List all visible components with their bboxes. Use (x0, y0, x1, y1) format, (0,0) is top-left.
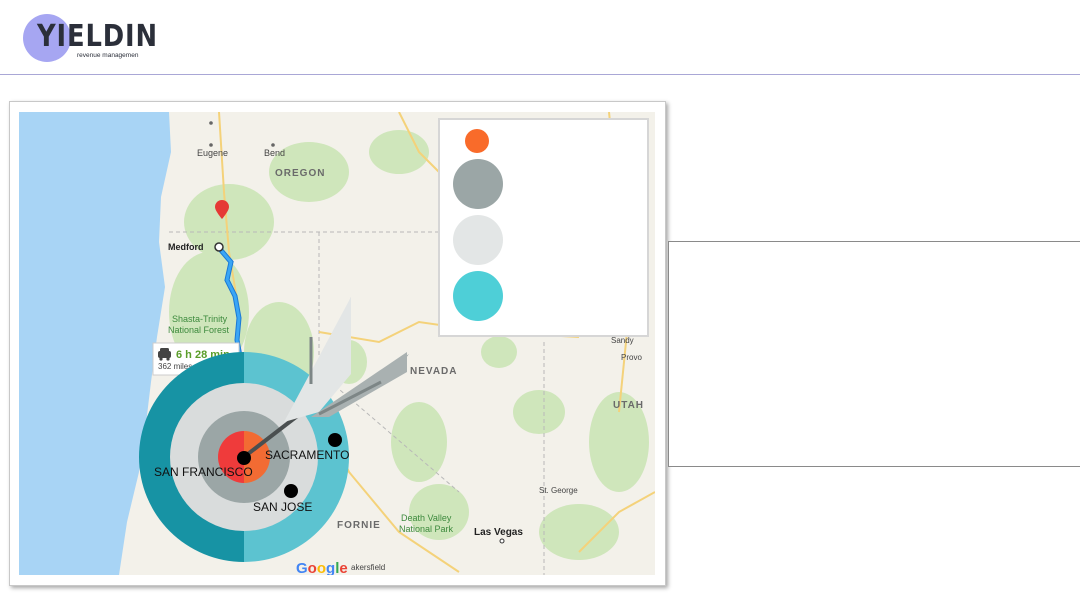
legend-swatch-teal (453, 271, 503, 321)
svg-text:Google: Google (296, 560, 348, 575)
label-medford: Medford (168, 242, 204, 252)
marker-san-jose[interactable] (284, 484, 298, 498)
label-bakersfield: akersfield (351, 563, 385, 572)
logo-wordmark: YIELDIN (37, 19, 158, 54)
google-logo: Google (296, 560, 348, 575)
label-bend: Bend (264, 148, 285, 158)
side-text-box[interactable] (668, 241, 1080, 467)
header: YIELDIN revenue managemen (0, 0, 1080, 75)
legend-swatch-gray (453, 159, 503, 209)
label-st-george: St. George (539, 486, 578, 495)
legend-box (438, 118, 649, 337)
label-nevada: NEVADA (410, 366, 457, 377)
label-eugene: Eugene (197, 148, 228, 158)
label-california: FORNIE (337, 520, 381, 531)
label-utah: UTAH (613, 400, 644, 411)
label-shasta: Shasta-Trinity (172, 314, 228, 324)
route-origin-marker (214, 242, 224, 252)
legend-swatch-orange (465, 129, 489, 153)
label-las-vegas: Las Vegas (474, 527, 523, 538)
label-oregon: OREGON (275, 168, 325, 179)
label-provo: Provo (621, 353, 642, 362)
label-death-valley: Death Valley (401, 513, 452, 523)
yieldin-logo[interactable]: YIELDIN revenue managemen (20, 12, 170, 67)
label-sandy: Sandy (611, 336, 634, 345)
label-san-jose: SAN JOSE (253, 500, 312, 514)
label-sacramento: SACRAMENTO (265, 448, 349, 462)
map-image-frame: Eugene Bend OREGON Medford Shasta-Trinit… (9, 101, 666, 586)
marker-sacramento[interactable] (328, 433, 342, 447)
label-san-francisco: SAN FRANCISCO (154, 465, 253, 479)
label-national-park: National Park (399, 524, 454, 534)
map-canvas: Eugene Bend OREGON Medford Shasta-Trinit… (19, 112, 655, 575)
header-divider (0, 74, 1080, 75)
legend-swatch-light-gray (453, 215, 503, 265)
marker-san-francisco[interactable] (237, 451, 251, 465)
logo-tagline: revenue managemen (77, 52, 139, 59)
label-national-forest: National Forest (168, 325, 230, 335)
